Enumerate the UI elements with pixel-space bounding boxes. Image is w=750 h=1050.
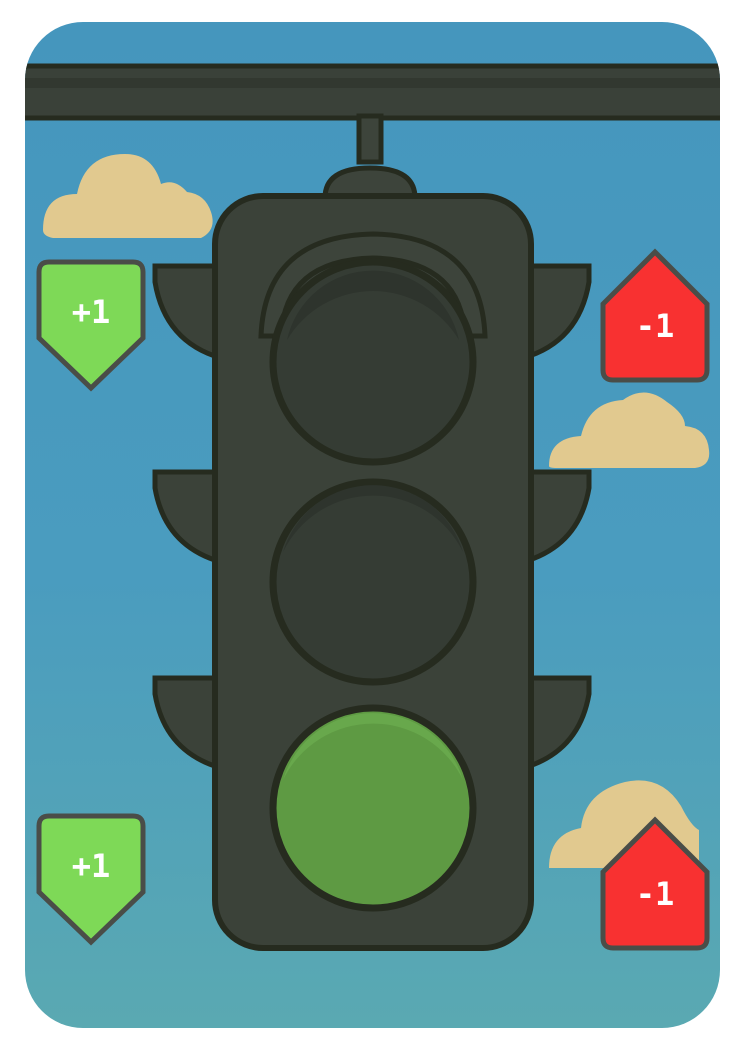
cloud-right-middle	[549, 392, 710, 468]
lamp-top	[258, 231, 488, 466]
minus-one-badge-bottom-right[interactable]: -1	[599, 816, 711, 952]
minus-one-badge-top-right[interactable]: -1	[599, 248, 711, 384]
lamp-bottom-green	[269, 704, 477, 912]
light-hanger	[322, 113, 418, 201]
plus-one-badge-top-left[interactable]: +1	[35, 258, 147, 394]
badge-label: +1	[71, 847, 111, 885]
badge-label: +1	[71, 293, 111, 331]
lamp-middle	[269, 478, 477, 686]
plus-one-badge-bottom-left[interactable]: +1	[35, 812, 147, 948]
game-card[interactable]: +1 +1 -1 -1	[25, 22, 720, 1028]
badge-label: -1	[635, 875, 675, 913]
overhead-pole	[25, 63, 720, 121]
cloud-top-left	[43, 154, 213, 238]
badge-label: -1	[635, 307, 675, 345]
